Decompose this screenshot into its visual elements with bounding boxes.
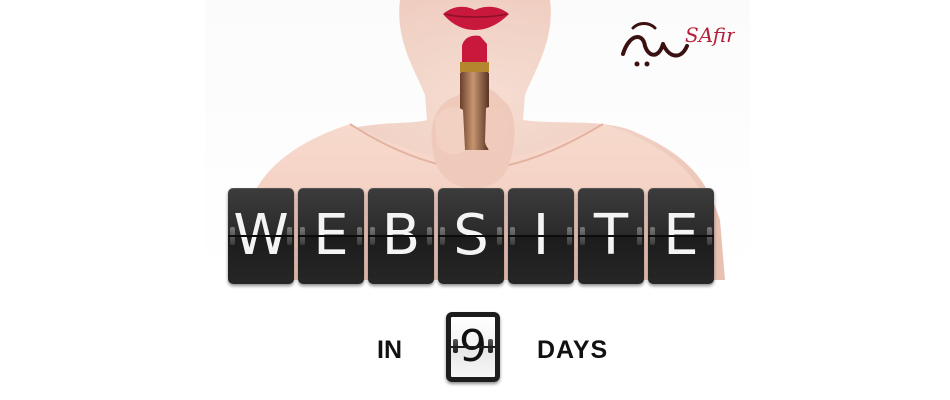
flap-tile: T [578, 188, 644, 284]
flap-tile: S [438, 188, 504, 284]
flap-tile: B [368, 188, 434, 284]
flap-tile: E [648, 188, 714, 284]
countdown-suffix: DAYS [537, 336, 609, 364]
lipstick-icon [460, 35, 489, 150]
flap-tile: E [298, 188, 364, 284]
banner: SAfir W E B S I T E IN 9 DAYS [0, 0, 950, 400]
countdown-prefix: IN [377, 336, 402, 364]
flap-tile: I [508, 188, 574, 284]
flap-tile: W [228, 188, 294, 284]
countdown-line: IN 9 DAYS [0, 312, 950, 386]
headline-flap-board: W E B S I T E [228, 188, 718, 284]
countdown-number-tile: 9 [446, 312, 500, 382]
logo-latin-text: SAfir [685, 23, 735, 47]
brand-logo: SAfir [615, 6, 737, 76]
